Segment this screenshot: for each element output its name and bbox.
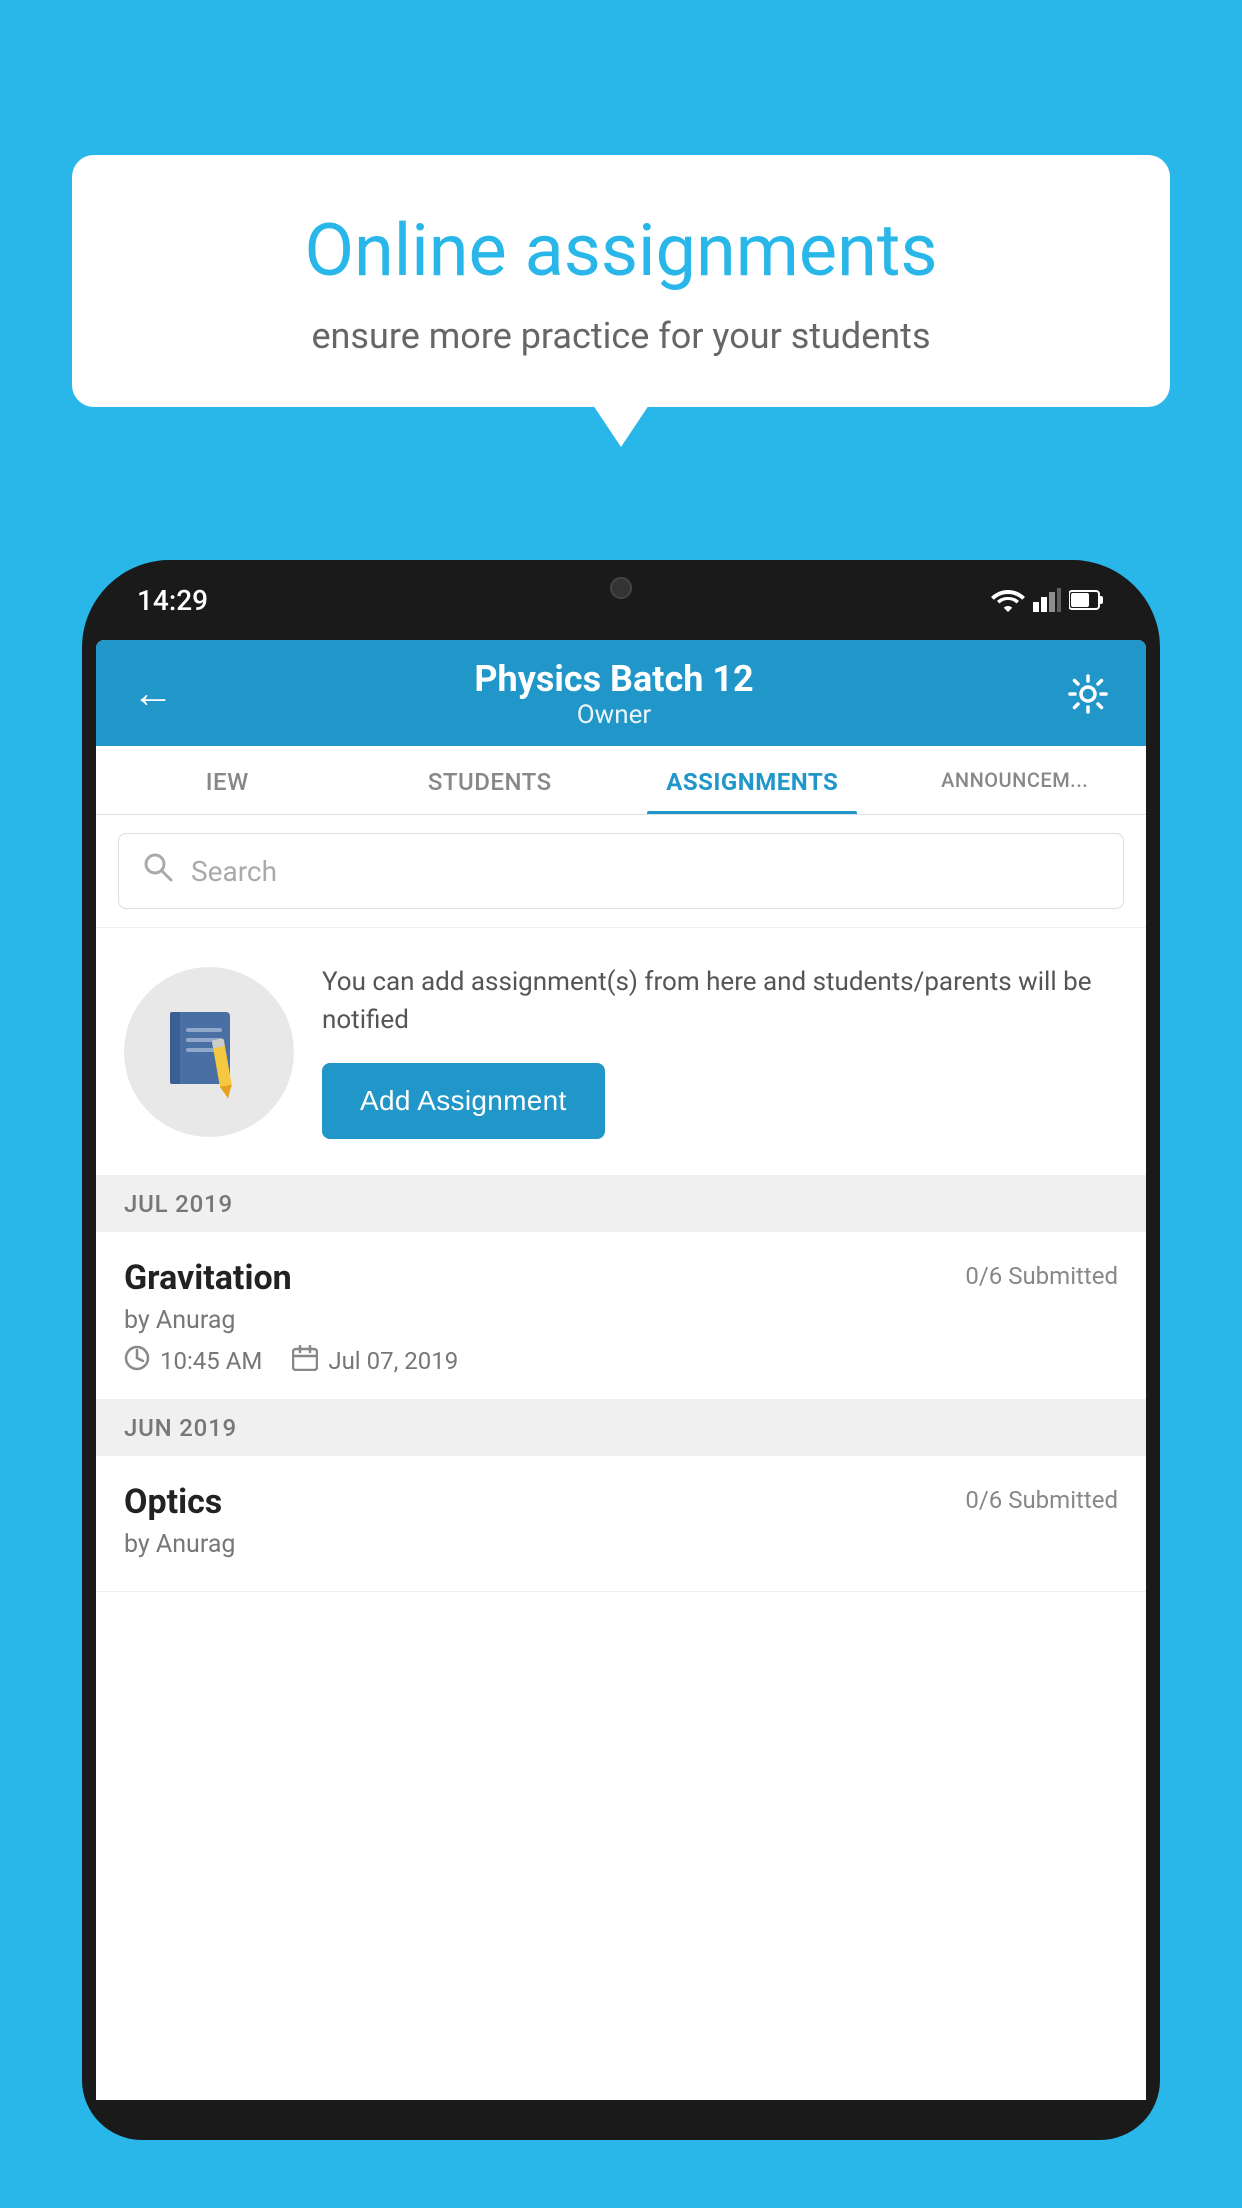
tab-bar: IEW STUDENTS ASSIGNMENTS ANNOUNCEM...: [96, 746, 1146, 815]
header-subtitle: Owner: [174, 700, 1054, 730]
search-placeholder: Search: [191, 855, 277, 888]
assignment-time-value: 10:45 AM: [160, 1347, 262, 1375]
info-section: You can add assignment(s) from here and …: [96, 928, 1146, 1176]
assignment-date: Jul 07, 2019: [292, 1345, 458, 1377]
tab-announcements[interactable]: ANNOUNCEM...: [884, 746, 1147, 814]
assignment-top: Gravitation 0/6 Submitted: [124, 1258, 1118, 1298]
assignment-submitted: 0/6 Submitted: [965, 1262, 1118, 1290]
info-right: You can add assignment(s) from here and …: [322, 964, 1118, 1139]
header-center: Physics Batch 12 Owner: [174, 658, 1054, 730]
battery-icon: [1069, 589, 1105, 611]
notch: [541, 560, 701, 615]
notebook-icon: [162, 1004, 257, 1099]
clock-icon: [124, 1345, 150, 1377]
notch-camera: [610, 577, 632, 599]
month-header-jun: JUN 2019: [96, 1400, 1146, 1456]
assignment-item-gravitation[interactable]: Gravitation 0/6 Submitted by Anurag: [96, 1232, 1146, 1400]
speech-bubble: Online assignments ensure more practice …: [72, 155, 1170, 407]
phone-screen: ← Physics Batch 12 Owner IEW STUDENTS AS…: [96, 640, 1146, 2100]
bubble-title: Online assignments: [132, 210, 1110, 293]
info-text: You can add assignment(s) from here and …: [322, 964, 1118, 1039]
tab-students[interactable]: STUDENTS: [359, 746, 622, 814]
gear-icon: [1066, 672, 1110, 716]
optics-submitted: 0/6 Submitted: [965, 1486, 1118, 1514]
calendar-svg: [292, 1345, 318, 1371]
optics-by: by Anurag: [124, 1530, 1118, 1559]
calendar-icon: [292, 1345, 318, 1377]
app-header: ← Physics Batch 12 Owner: [96, 640, 1146, 746]
assignment-meta: 10:45 AM Jul 07, 2019: [124, 1345, 1118, 1377]
month-header-jul: JUL 2019: [96, 1176, 1146, 1232]
speech-bubble-container: Online assignments ensure more practice …: [72, 155, 1170, 407]
search-icon: [143, 852, 173, 890]
phone-frame: 14:29: [82, 560, 1160, 2140]
optics-name: Optics: [124, 1482, 222, 1522]
search-container: Search: [96, 815, 1146, 928]
header-title: Physics Batch 12: [174, 658, 1054, 700]
add-assignment-button[interactable]: Add Assignment: [322, 1063, 605, 1139]
search-bar[interactable]: Search: [118, 833, 1124, 909]
signal-icon: [1033, 588, 1061, 612]
tab-assignments[interactable]: ASSIGNMENTS: [621, 746, 884, 814]
assignment-time: 10:45 AM: [124, 1345, 262, 1377]
magnifier-icon: [143, 852, 173, 882]
status-time: 14:29: [137, 584, 208, 617]
optics-top: Optics 0/6 Submitted: [124, 1482, 1118, 1522]
assignment-name: Gravitation: [124, 1258, 292, 1298]
back-button[interactable]: ←: [132, 673, 174, 715]
clock-svg: [124, 1345, 150, 1371]
bubble-subtitle: ensure more practice for your students: [132, 315, 1110, 357]
status-bar: 14:29: [82, 560, 1160, 640]
wifi-icon: [991, 588, 1025, 612]
assignment-by: by Anurag: [124, 1306, 1118, 1335]
settings-button[interactable]: [1054, 672, 1110, 716]
tab-iew[interactable]: IEW: [96, 746, 359, 814]
signal-icons: [991, 588, 1105, 612]
notebook-icon-circle: [124, 967, 294, 1137]
phone-container: 14:29: [82, 560, 1160, 2208]
assignment-item-optics[interactable]: Optics 0/6 Submitted by Anurag: [96, 1456, 1146, 1592]
assignment-date-value: Jul 07, 2019: [328, 1347, 458, 1375]
